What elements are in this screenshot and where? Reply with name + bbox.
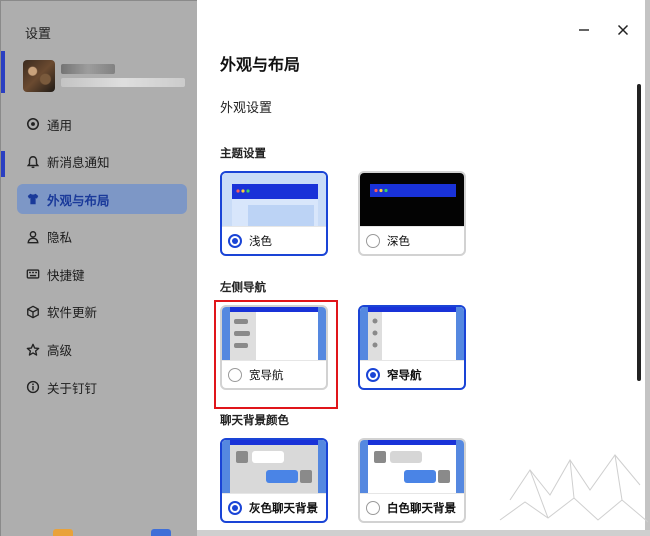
background-window-edge <box>1 51 5 93</box>
chat-bg-gray-card[interactable]: 灰色聊天背景 <box>220 438 328 523</box>
minimize-icon <box>579 29 589 31</box>
page-title: 外观与布局 <box>220 55 301 74</box>
theme-light-preview <box>222 173 326 226</box>
chat-bg-white-preview <box>360 440 464 493</box>
background-app-icon <box>151 529 171 536</box>
sidebar-item-label: 新消息通知 <box>47 155 110 171</box>
theme-dark-card[interactable]: 深色 <box>358 171 466 256</box>
background-app-icon <box>53 529 73 536</box>
sidebar-item-general[interactable]: 通用 <box>17 109 187 139</box>
chat-bg-gray-label: 灰色聊天背景 <box>249 500 318 515</box>
background-sketch-decoration <box>499 454 649 523</box>
nav-wide-radio[interactable] <box>228 367 242 382</box>
left-nav-group-title: 左侧导航 <box>220 280 266 294</box>
background-window-edge <box>1 151 5 177</box>
nav-narrow-radio[interactable] <box>366 367 380 382</box>
user-profile[interactable] <box>23 58 188 94</box>
keyboard-icon <box>25 266 41 282</box>
sidebar-item-label: 关于钉钉 <box>47 380 98 396</box>
user-icon <box>25 229 41 245</box>
sidebar-item-privacy[interactable]: 隐私 <box>17 222 187 252</box>
sidebar: 设置 通用 新消息通知 外观与布局 隐私 快捷键 软件更新 高级 关于钉钉 <box>0 0 197 536</box>
nav-wide-card[interactable]: 宽导航 <box>220 305 328 390</box>
shirt-icon <box>25 191 41 207</box>
sidebar-item-shortcuts[interactable]: 快捷键 <box>17 259 187 289</box>
chat-bg-white-card[interactable]: 白色聊天背景 <box>358 438 466 523</box>
sidebar-item-updates[interactable]: 软件更新 <box>17 297 187 327</box>
theme-dark-option[interactable]: 深色 <box>360 226 464 254</box>
nav-wide-preview <box>222 307 326 360</box>
theme-group-title: 主题设置 <box>220 146 266 160</box>
sidebar-item-label: 外观与布局 <box>47 192 110 208</box>
theme-light-card[interactable]: 浅色 <box>220 171 328 256</box>
nav-narrow-label: 窄导航 <box>387 367 422 382</box>
theme-light-label: 浅色 <box>249 233 272 248</box>
avatar[interactable] <box>23 60 55 92</box>
theme-dark-radio[interactable] <box>366 233 380 248</box>
settings-nav: 通用 新消息通知 外观与布局 隐私 快捷键 软件更新 高级 关于钉钉 <box>17 109 187 410</box>
minimize-button[interactable] <box>574 20 594 40</box>
chat-bg-group-title: 聊天背景颜色 <box>220 413 289 427</box>
bell-icon <box>25 154 41 170</box>
sidebar-item-label: 隐私 <box>47 230 73 246</box>
sidebar-item-appearance[interactable]: 外观与布局 <box>17 184 187 215</box>
theme-light-option[interactable]: 浅色 <box>222 226 326 254</box>
blurred-user-info <box>61 78 185 87</box>
sidebar-item-about[interactable]: 关于钉钉 <box>17 372 187 402</box>
nav-narrow-option[interactable]: 窄导航 <box>360 360 464 388</box>
theme-light-radio[interactable] <box>228 233 242 248</box>
theme-dark-label: 深色 <box>387 233 410 248</box>
chat-bg-gray-option[interactable]: 灰色聊天背景 <box>222 493 326 521</box>
nav-wide-option[interactable]: 宽导航 <box>222 360 326 388</box>
sidebar-item-label: 软件更新 <box>47 305 98 321</box>
sidebar-item-label: 快捷键 <box>47 267 85 283</box>
section-title: 外观设置 <box>220 101 273 116</box>
chat-bg-gray-radio[interactable] <box>228 500 242 515</box>
nav-narrow-card[interactable]: 窄导航 <box>358 305 466 390</box>
chat-bg-white-radio[interactable] <box>366 500 380 515</box>
close-button[interactable] <box>613 20 633 40</box>
blurred-user-name <box>61 64 115 74</box>
star-icon <box>25 342 41 358</box>
chat-bg-white-option[interactable]: 白色聊天背景 <box>360 493 464 521</box>
nav-narrow-preview <box>360 307 464 360</box>
sidebar-item-notifications[interactable]: 新消息通知 <box>17 147 187 177</box>
chat-bg-white-label: 白色聊天背景 <box>387 500 456 515</box>
vertical-scrollbar[interactable] <box>637 84 641 381</box>
window-title: 设置 <box>25 27 52 42</box>
theme-dark-preview <box>360 173 464 226</box>
close-icon <box>617 24 629 36</box>
sidebar-item-advanced[interactable]: 高级 <box>17 335 187 365</box>
chat-bg-gray-preview <box>222 440 326 493</box>
nav-wide-label: 宽导航 <box>249 367 284 382</box>
settings-circle-icon <box>25 116 41 132</box>
sidebar-item-label: 通用 <box>47 117 73 133</box>
sidebar-item-label: 高级 <box>47 343 73 359</box>
info-icon <box>25 379 41 395</box>
cube-icon <box>25 304 41 320</box>
